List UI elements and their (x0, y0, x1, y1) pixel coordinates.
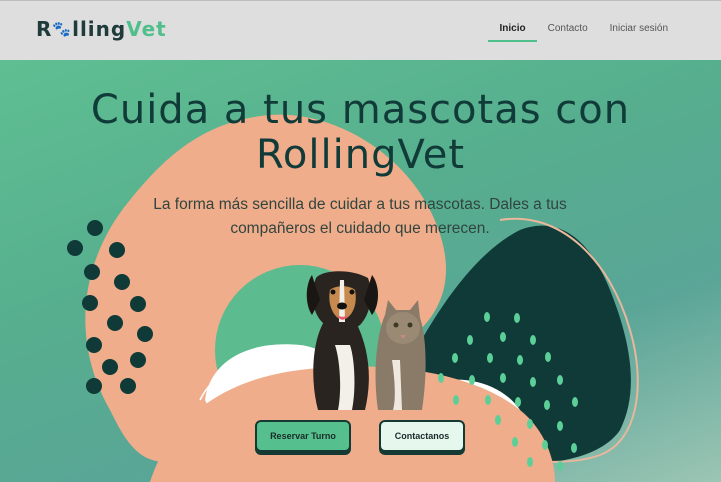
hero-title-line1: Cuida a tus mascotas con (90, 87, 631, 133)
brand-logo[interactable]: R🐾llingVet (36, 17, 167, 41)
logo-text-part: lling (72, 17, 127, 41)
hero-section: Cuida a tus mascotas con RollingVet La f… (0, 60, 721, 482)
hero-subtitle: La forma más sencilla de cuidar a tus ma… (153, 196, 567, 237)
contactanos-button[interactable]: Contactanos (379, 420, 465, 452)
reservar-turno-button[interactable]: Reservar Turno (255, 420, 351, 452)
nav-link-contacto[interactable]: Contacto (537, 23, 599, 34)
nav-link-inicio[interactable]: Inicio (488, 23, 537, 42)
logo-letter: R (36, 17, 53, 41)
hero-title: Cuida a tus mascotas con RollingVet (0, 88, 721, 178)
page: R🐾llingVet Inicio Contacto Iniciar sesió… (0, 0, 721, 482)
logo-accent-text: Vet (126, 17, 167, 41)
paw-icon: 🐾 (52, 20, 73, 38)
nav-links: Inicio Contacto Iniciar sesión (488, 23, 679, 42)
hero-title-line2: RollingVet (255, 132, 466, 178)
nav-link-iniciar-sesion[interactable]: Iniciar sesión (599, 23, 679, 34)
navbar: R🐾llingVet Inicio Contacto Iniciar sesió… (0, 0, 721, 60)
